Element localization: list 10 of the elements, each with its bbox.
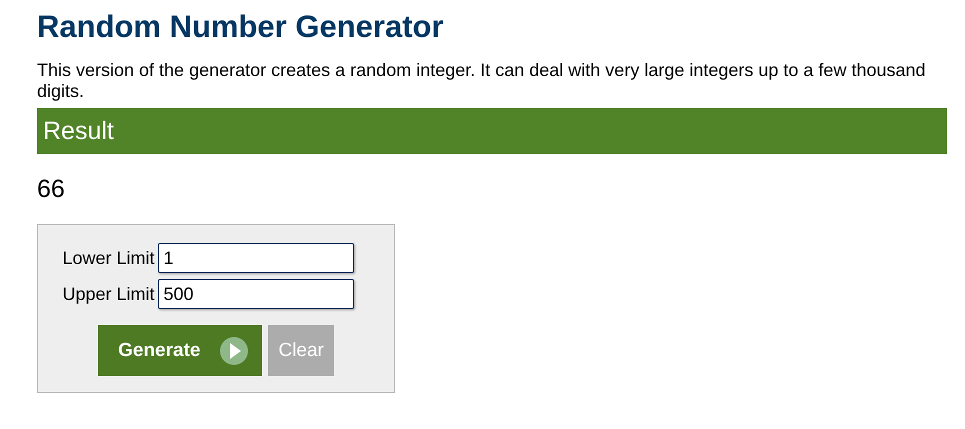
generate-button[interactable]: Generate <box>98 325 262 376</box>
input-field[interactable]: 500 <box>158 279 354 309</box>
description: This version of the generator creates a random integer. It can deal with very large integers up to a few thousand digits. <box>37 60 927 102</box>
input-field[interactable]: 1 <box>158 243 354 273</box>
field-label: Lower Limit <box>62 248 155 268</box>
result-heading: Result <box>37 108 947 154</box>
result-value: 66 <box>37 174 66 204</box>
field-label: Upper Limit <box>62 284 155 304</box>
play-icon <box>220 336 248 364</box>
page-title: Random Number Generator <box>37 8 445 46</box>
